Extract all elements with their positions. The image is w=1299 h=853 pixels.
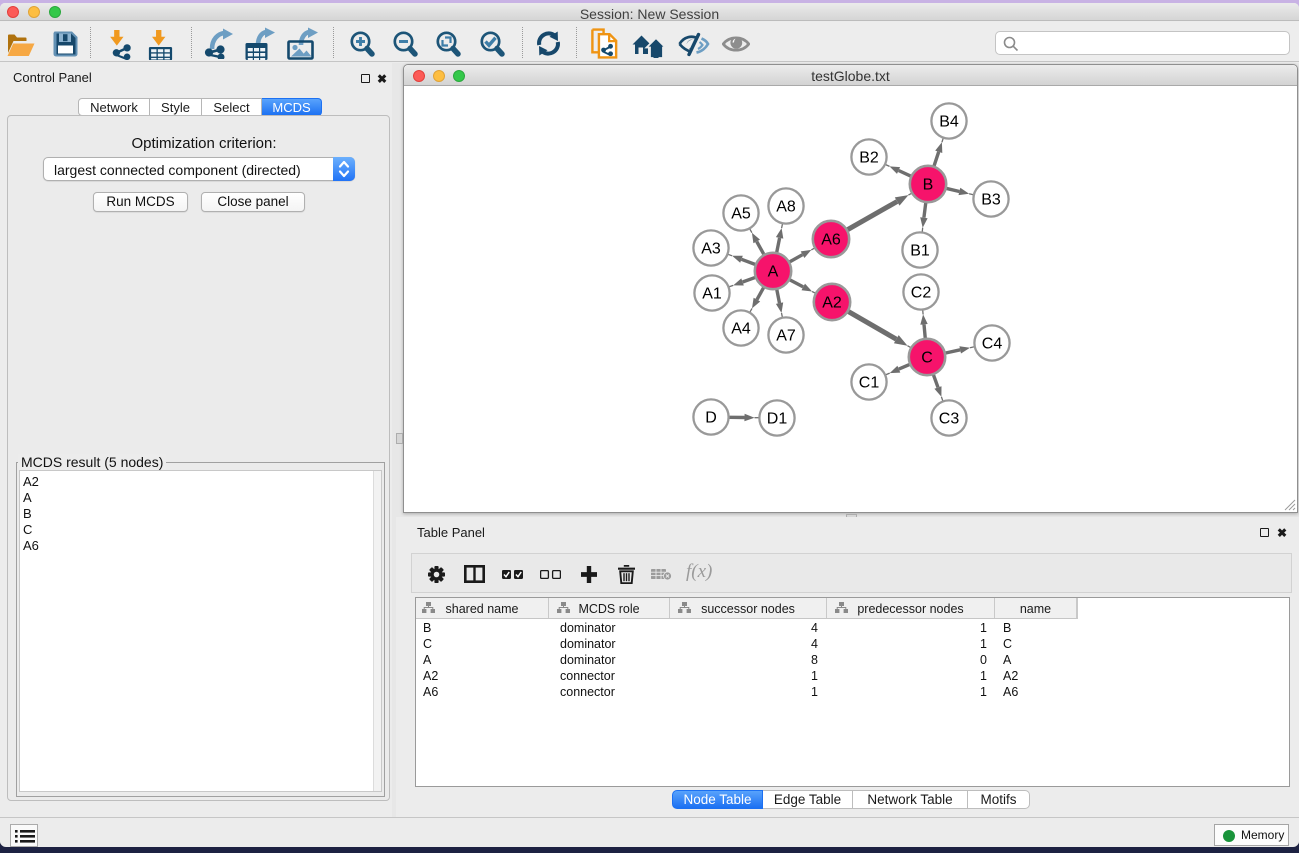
svg-text:A4: A4 xyxy=(731,321,751,338)
svg-text:D: D xyxy=(705,410,717,427)
svg-text:C3: C3 xyxy=(939,411,960,428)
svg-text:A7: A7 xyxy=(776,328,796,345)
svg-text:A8: A8 xyxy=(776,199,796,216)
svg-text:C2: C2 xyxy=(911,285,932,302)
svg-text:C4: C4 xyxy=(982,336,1003,353)
svg-text:B3: B3 xyxy=(981,192,1001,209)
svg-text:A5: A5 xyxy=(731,206,751,223)
svg-text:B1: B1 xyxy=(910,243,930,260)
svg-text:A6: A6 xyxy=(821,232,841,249)
svg-text:B: B xyxy=(923,177,934,194)
svg-text:C1: C1 xyxy=(859,375,880,392)
svg-text:B2: B2 xyxy=(859,150,879,167)
svg-text:A3: A3 xyxy=(701,241,721,258)
svg-text:C: C xyxy=(921,350,933,367)
svg-text:A2: A2 xyxy=(822,295,842,312)
svg-text:A: A xyxy=(768,264,779,281)
svg-text:D1: D1 xyxy=(767,411,788,428)
svg-text:A1: A1 xyxy=(702,286,722,303)
svg-text:B4: B4 xyxy=(939,114,959,131)
